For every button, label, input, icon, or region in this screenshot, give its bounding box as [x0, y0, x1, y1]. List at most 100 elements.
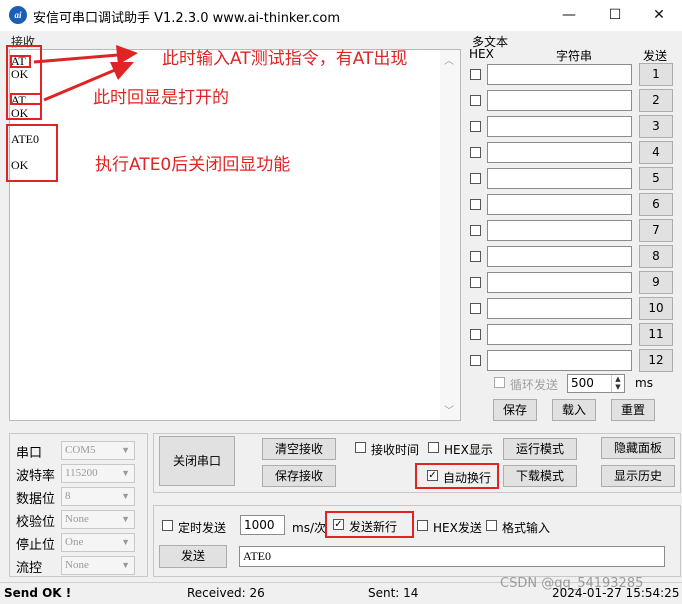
- port-select[interactable]: COM5 ▼: [61, 441, 135, 460]
- multi-row-string-input[interactable]: [487, 64, 632, 85]
- stop-bits-value: One: [65, 536, 84, 548]
- flow-control-select[interactable]: None ▼: [61, 556, 135, 575]
- multi-row-hex-checkbox[interactable]: [470, 355, 481, 366]
- string-column-header: 字符串: [556, 49, 593, 63]
- chevron-down-icon: ▼: [121, 514, 130, 524]
- port-value: COM5: [65, 444, 96, 456]
- multi-row-send-button[interactable]: 11: [639, 323, 673, 346]
- multi-row-hex-checkbox[interactable]: [470, 329, 481, 340]
- multi-row-string-input[interactable]: [487, 324, 632, 345]
- clear-receive-button[interactable]: 清空接收: [262, 438, 336, 460]
- multi-row-string-input[interactable]: [487, 298, 632, 319]
- multi-row-string-input[interactable]: [487, 220, 632, 241]
- multi-row-string-input[interactable]: [487, 272, 632, 293]
- annotation-text: 此时输入AT测试指令，有AT出现: [162, 49, 408, 69]
- multi-row-hex-checkbox[interactable]: [470, 147, 481, 158]
- multi-row-string-input[interactable]: [487, 350, 632, 371]
- multi-row-hex-checkbox[interactable]: [470, 69, 481, 80]
- multi-row-string-input[interactable]: [487, 168, 632, 189]
- sent-count: Sent: 14: [368, 586, 419, 600]
- data-bits-value: 8: [65, 490, 71, 502]
- multi-row-hex-checkbox[interactable]: [470, 121, 481, 132]
- multi-row-send-button[interactable]: 10: [639, 297, 673, 320]
- send-newline-checkbox[interactable]: ✓: [333, 519, 344, 530]
- multi-row-send-button[interactable]: 12: [639, 349, 673, 372]
- multi-row-send-button[interactable]: 8: [639, 245, 673, 268]
- hex-column-header: HEX: [469, 47, 494, 61]
- loop-unit-label: ms: [635, 376, 653, 390]
- data-bits-select[interactable]: 8 ▼: [61, 487, 135, 506]
- timed-send-checkbox[interactable]: [162, 520, 173, 531]
- multi-row-send-button[interactable]: 9: [639, 271, 673, 294]
- stop-bits-label: 停止位: [16, 538, 56, 553]
- chevron-down-icon: ▼: [121, 560, 130, 570]
- load-button[interactable]: 载入: [552, 399, 596, 421]
- multi-row-hex-checkbox[interactable]: [470, 199, 481, 210]
- send-newline-label: 发送新行: [349, 520, 398, 534]
- chevron-down-icon: ▼: [121, 445, 130, 455]
- send-button[interactable]: 发送: [159, 545, 227, 568]
- baud-value: 115200: [65, 467, 98, 479]
- received-count: Received: 26: [187, 586, 265, 600]
- auto-wrap-label: 自动换行: [443, 471, 492, 485]
- multi-row-send-button[interactable]: 2: [639, 89, 673, 112]
- multi-row-send-button[interactable]: 6: [639, 193, 673, 216]
- multi-row-hex-checkbox[interactable]: [470, 277, 481, 288]
- receive-time-label: 接收时间: [371, 443, 420, 457]
- spin-arrows-icon[interactable]: ▲ ▼: [611, 375, 624, 392]
- multi-row-hex-checkbox[interactable]: [470, 303, 481, 314]
- loop-send-checkbox[interactable]: [494, 377, 505, 388]
- multi-row-hex-checkbox[interactable]: [470, 95, 481, 106]
- multi-row-send-button[interactable]: 3: [639, 115, 673, 138]
- flow-control-value: None: [65, 559, 89, 571]
- show-history-button[interactable]: 显示历史: [601, 465, 675, 487]
- multi-row-hex-checkbox[interactable]: [470, 251, 481, 262]
- multi-row-string-input[interactable]: [487, 116, 632, 137]
- format-input-checkbox[interactable]: [486, 520, 497, 531]
- parity-value: None: [65, 513, 89, 525]
- send-interval-unit: ms/次: [292, 521, 326, 535]
- hide-panel-button[interactable]: 隐藏面板: [601, 437, 675, 459]
- send-column-header: 发送: [643, 49, 668, 63]
- baud-select[interactable]: 115200 ▼: [61, 464, 135, 483]
- reset-button[interactable]: 重置: [611, 399, 655, 421]
- parity-select[interactable]: None ▼: [61, 510, 135, 529]
- hex-display-checkbox[interactable]: [428, 442, 439, 453]
- multi-row-hex-checkbox[interactable]: [470, 225, 481, 236]
- multi-row-send-button[interactable]: 7: [639, 219, 673, 242]
- multi-row-hex-checkbox[interactable]: [470, 173, 481, 184]
- chevron-down-icon: ▼: [121, 491, 130, 501]
- multi-row-send-button[interactable]: 5: [639, 167, 673, 190]
- send-input[interactable]: ATE0: [239, 546, 665, 567]
- multi-row-string-input[interactable]: [487, 194, 632, 215]
- annotation-text: 此时回显是打开的: [93, 88, 229, 108]
- chevron-down-icon: ▼: [121, 468, 130, 478]
- watermark: CSDN @qq_54193285: [500, 576, 644, 591]
- flow-control-label: 流控: [16, 561, 43, 576]
- multi-row-string-input[interactable]: [487, 246, 632, 267]
- multi-row-send-button[interactable]: 1: [639, 63, 673, 86]
- chevron-down-icon: ▼: [121, 537, 130, 547]
- save-button[interactable]: 保存: [493, 399, 537, 421]
- stop-bits-select[interactable]: One ▼: [61, 533, 135, 552]
- format-input-label: 格式输入: [502, 521, 551, 535]
- multi-row-string-input[interactable]: [487, 90, 632, 111]
- hex-send-checkbox[interactable]: [417, 520, 428, 531]
- multi-row-string-input[interactable]: [487, 142, 632, 163]
- multi-row-send-button[interactable]: 4: [639, 141, 673, 164]
- timed-send-label: 定时发送: [178, 521, 227, 535]
- run-mode-button[interactable]: 运行模式: [503, 438, 577, 460]
- send-interval-input[interactable]: 1000: [240, 515, 285, 535]
- annotation-text: 执行ATE0后关闭回显功能: [95, 155, 291, 175]
- loop-send-label: 循环发送: [510, 378, 559, 392]
- hex-display-label: HEX显示: [444, 443, 493, 457]
- parity-label: 校验位: [16, 515, 56, 530]
- close-port-button[interactable]: 关闭串口: [159, 436, 235, 486]
- send-status: Send OK !: [4, 586, 72, 600]
- auto-wrap-checkbox[interactable]: ✓: [427, 470, 438, 481]
- data-bits-label: 数据位: [16, 492, 56, 507]
- save-receive-button[interactable]: 保存接收: [262, 465, 336, 487]
- download-mode-button[interactable]: 下载模式: [503, 465, 577, 487]
- hex-send-label: HEX发送: [433, 521, 482, 535]
- receive-time-checkbox[interactable]: [355, 442, 366, 453]
